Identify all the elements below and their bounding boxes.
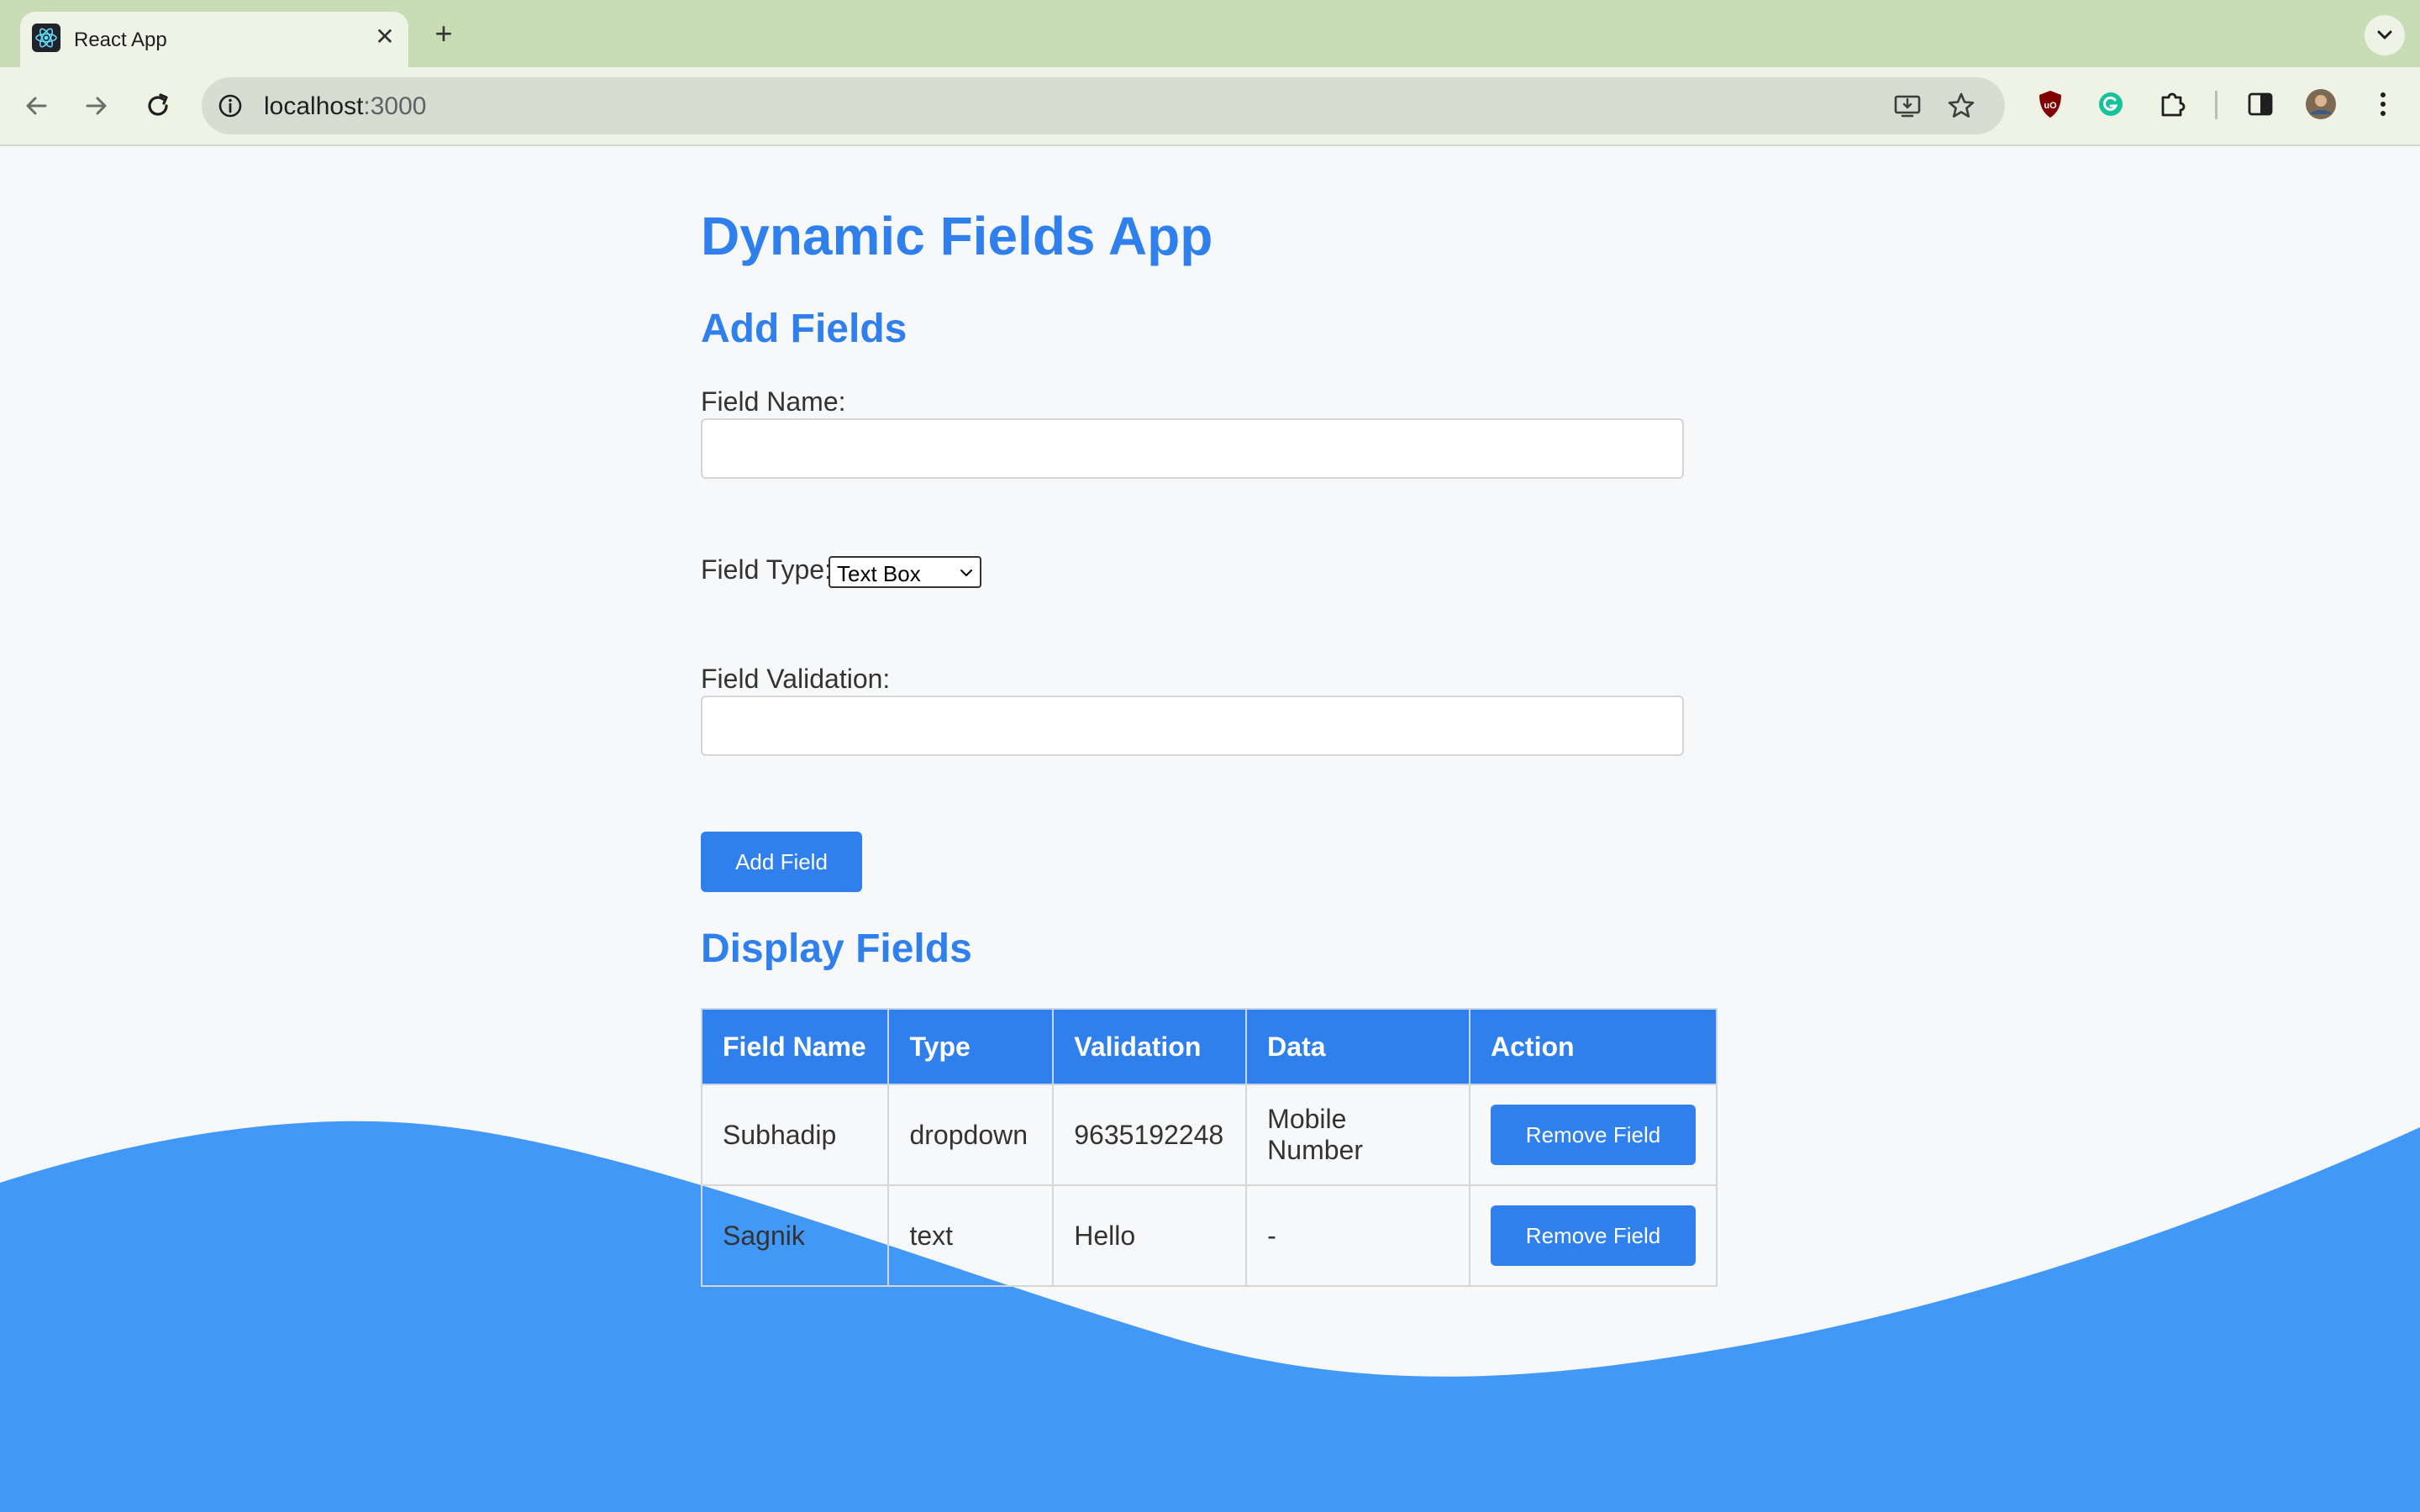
address-bar[interactable]: localhost:3000 <box>202 77 2005 134</box>
site-info-icon[interactable] <box>213 89 247 123</box>
field-name-label: Field Name: <box>701 386 846 417</box>
cell-type: dropdown <box>887 1084 1055 1186</box>
url-host: localhost <box>264 92 364 120</box>
cell-field-name: Subhadip <box>700 1084 890 1186</box>
tab-title: React App <box>74 29 167 51</box>
react-logo-icon <box>32 24 60 52</box>
install-app-icon[interactable] <box>1891 89 1924 123</box>
field-type-selected-value: Text Box <box>837 561 921 586</box>
field-validation-label: Field Validation: <box>701 664 891 694</box>
add-fields-heading: Add Fields <box>701 307 908 351</box>
fields-table: Field Name Type Validation Data Action S… <box>700 1008 1718 1287</box>
cell-action: Remove Field <box>1469 1084 1718 1186</box>
field-name-input[interactable] <box>701 418 1684 479</box>
svg-text:uO: uO <box>2044 101 2057 111</box>
url-text: localhost:3000 <box>264 92 426 121</box>
page-viewport: Dynamic Fields App Add Fields Field Name… <box>0 146 2420 1512</box>
close-tab-icon[interactable]: ✕ <box>370 22 400 52</box>
chevron-down-icon <box>958 564 975 581</box>
field-validation-input[interactable] <box>701 696 1684 756</box>
tab-search-chevron-icon[interactable] <box>2365 15 2405 55</box>
display-fields-heading: Display Fields <box>701 927 972 971</box>
profile-avatar-icon[interactable] <box>2302 86 2339 123</box>
back-arrow-icon[interactable] <box>17 86 57 126</box>
column-header-action: Action <box>1469 1008 1718 1085</box>
cell-action: Remove Field <box>1469 1184 1718 1287</box>
table-header-row: Field Name Type Validation Data Action <box>700 1008 1718 1085</box>
cell-type: text <box>887 1184 1055 1287</box>
cell-data: - <box>1245 1184 1470 1287</box>
forward-arrow-icon[interactable] <box>76 86 116 126</box>
toolbar-divider <box>2215 91 2217 119</box>
ublock-shield-icon[interactable]: uO <box>2032 86 2069 123</box>
remove-field-button[interactable]: Remove Field <box>1491 1205 1696 1266</box>
more-menu-icon[interactable] <box>2365 86 2402 123</box>
grammarly-icon[interactable] <box>2092 86 2129 123</box>
remove-field-button[interactable]: Remove Field <box>1491 1105 1696 1165</box>
url-port: :3000 <box>363 92 427 120</box>
field-type-select[interactable]: Text Box <box>829 556 981 588</box>
reload-icon[interactable] <box>138 86 178 126</box>
bookmark-star-icon[interactable] <box>1944 89 1978 123</box>
new-tab-icon[interactable]: + <box>427 17 460 50</box>
add-field-button[interactable]: Add Field <box>701 832 862 892</box>
table-row: Subhadip dropdown 9635192248 Mobile Numb… <box>700 1084 1718 1186</box>
table-row: Sagnik text Hello - Remove Field <box>700 1184 1718 1287</box>
cell-field-name: Sagnik <box>700 1184 890 1287</box>
browser-tab[interactable]: React App ✕ <box>20 12 408 67</box>
page-title: Dynamic Fields App <box>701 206 1213 266</box>
side-panel-icon[interactable] <box>2242 86 2279 123</box>
background-wave <box>0 146 2420 1512</box>
browser-tab-strip: React App ✕ + <box>0 0 2420 67</box>
column-header-data: Data <box>1245 1008 1470 1085</box>
column-header-field-name: Field Name <box>700 1008 890 1085</box>
cell-validation: 9635192248 <box>1052 1084 1248 1186</box>
extensions-puzzle-icon[interactable] <box>2154 86 2191 123</box>
field-type-label: Field Type: <box>701 554 832 585</box>
column-header-type: Type <box>887 1008 1055 1085</box>
cell-validation: Hello <box>1052 1184 1248 1287</box>
column-header-validation: Validation <box>1052 1008 1248 1085</box>
cell-data: Mobile Number <box>1245 1084 1470 1186</box>
